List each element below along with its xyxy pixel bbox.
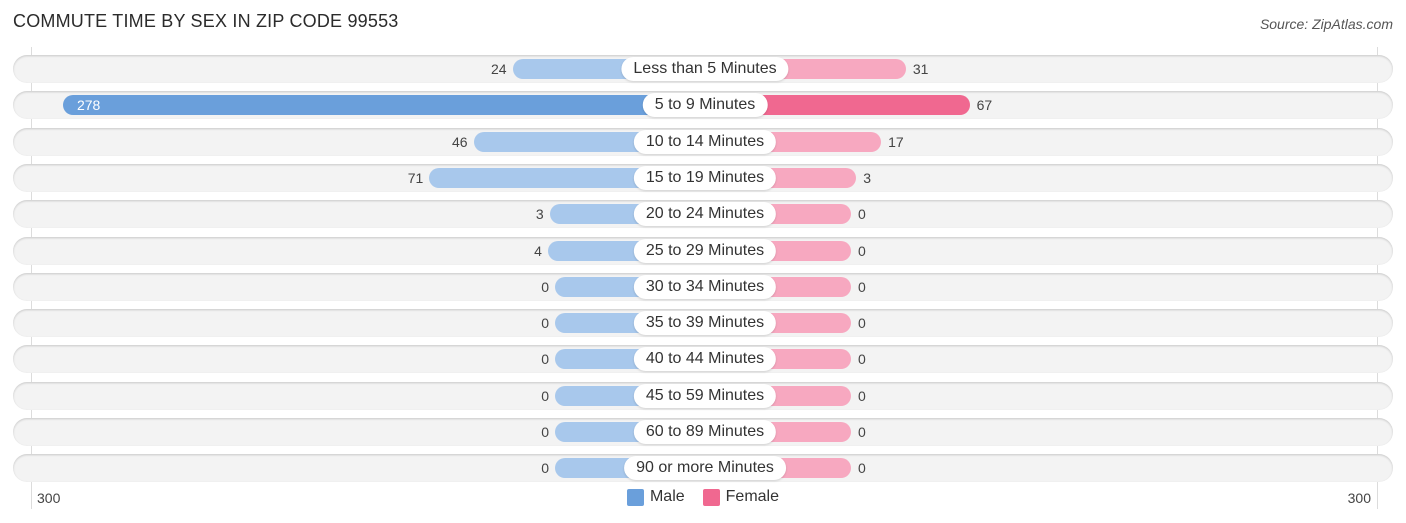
value-label-female: 17 — [888, 134, 904, 150]
category-label: 30 to 34 Minutes — [633, 275, 777, 299]
category-label: 10 to 14 Minutes — [633, 130, 777, 154]
category-label: 25 to 29 Minutes — [633, 239, 777, 263]
legend-item-female: Female — [702, 488, 780, 506]
value-label-male: 0 — [541, 279, 549, 295]
category-label: Less than 5 Minutes — [621, 57, 789, 81]
value-label-male: 4 — [534, 243, 542, 259]
category-label: 45 to 59 Minutes — [633, 384, 777, 408]
category-label: 5 to 9 Minutes — [642, 93, 768, 117]
category-label: 20 to 24 Minutes — [633, 202, 777, 226]
value-label-female: 0 — [858, 279, 866, 295]
category-label: 90 or more Minutes — [624, 456, 786, 480]
chart-title: COMMUTE TIME BY SEX IN ZIP CODE 99553 — [13, 11, 399, 31]
category-label: 35 to 39 Minutes — [633, 311, 777, 335]
category-label: 15 to 19 Minutes — [633, 166, 777, 190]
value-label-female: 0 — [858, 243, 866, 259]
value-label-male: 71 — [407, 170, 424, 186]
category-label: 60 to 89 Minutes — [633, 420, 777, 444]
legend-label-male: Male — [649, 488, 685, 505]
legend-swatch-male — [626, 488, 644, 506]
value-label-female: 0 — [858, 351, 866, 367]
category-label: 40 to 44 Minutes — [633, 347, 777, 371]
value-label-female: 0 — [858, 460, 866, 476]
value-label-male: 278 — [76, 97, 101, 113]
source-label: Source: ZipAtlas.com — [1259, 16, 1393, 32]
value-label-female: 3 — [863, 170, 872, 186]
value-label-male: 0 — [541, 424, 549, 440]
value-label-male: 24 — [490, 61, 507, 77]
value-label-male: 0 — [541, 388, 549, 404]
value-label-female: 31 — [912, 61, 929, 77]
value-label-male: 0 — [541, 351, 549, 367]
value-label-female: 0 — [858, 206, 866, 222]
value-label-female: 0 — [858, 424, 866, 440]
value-label-male: 46 — [452, 134, 468, 150]
value-label-male: 0 — [541, 460, 549, 476]
bar-male — [62, 95, 705, 115]
legend: Male Female — [0, 488, 1406, 506]
value-label-male: 0 — [541, 315, 549, 331]
legend-item-male: Male — [626, 488, 685, 506]
legend-swatch-female — [702, 488, 720, 506]
legend-label-female: Female — [725, 488, 780, 505]
value-label-female: 67 — [976, 97, 993, 113]
value-label-male: 3 — [535, 206, 544, 222]
value-label-female: 0 — [858, 315, 866, 331]
value-label-female: 0 — [858, 388, 866, 404]
